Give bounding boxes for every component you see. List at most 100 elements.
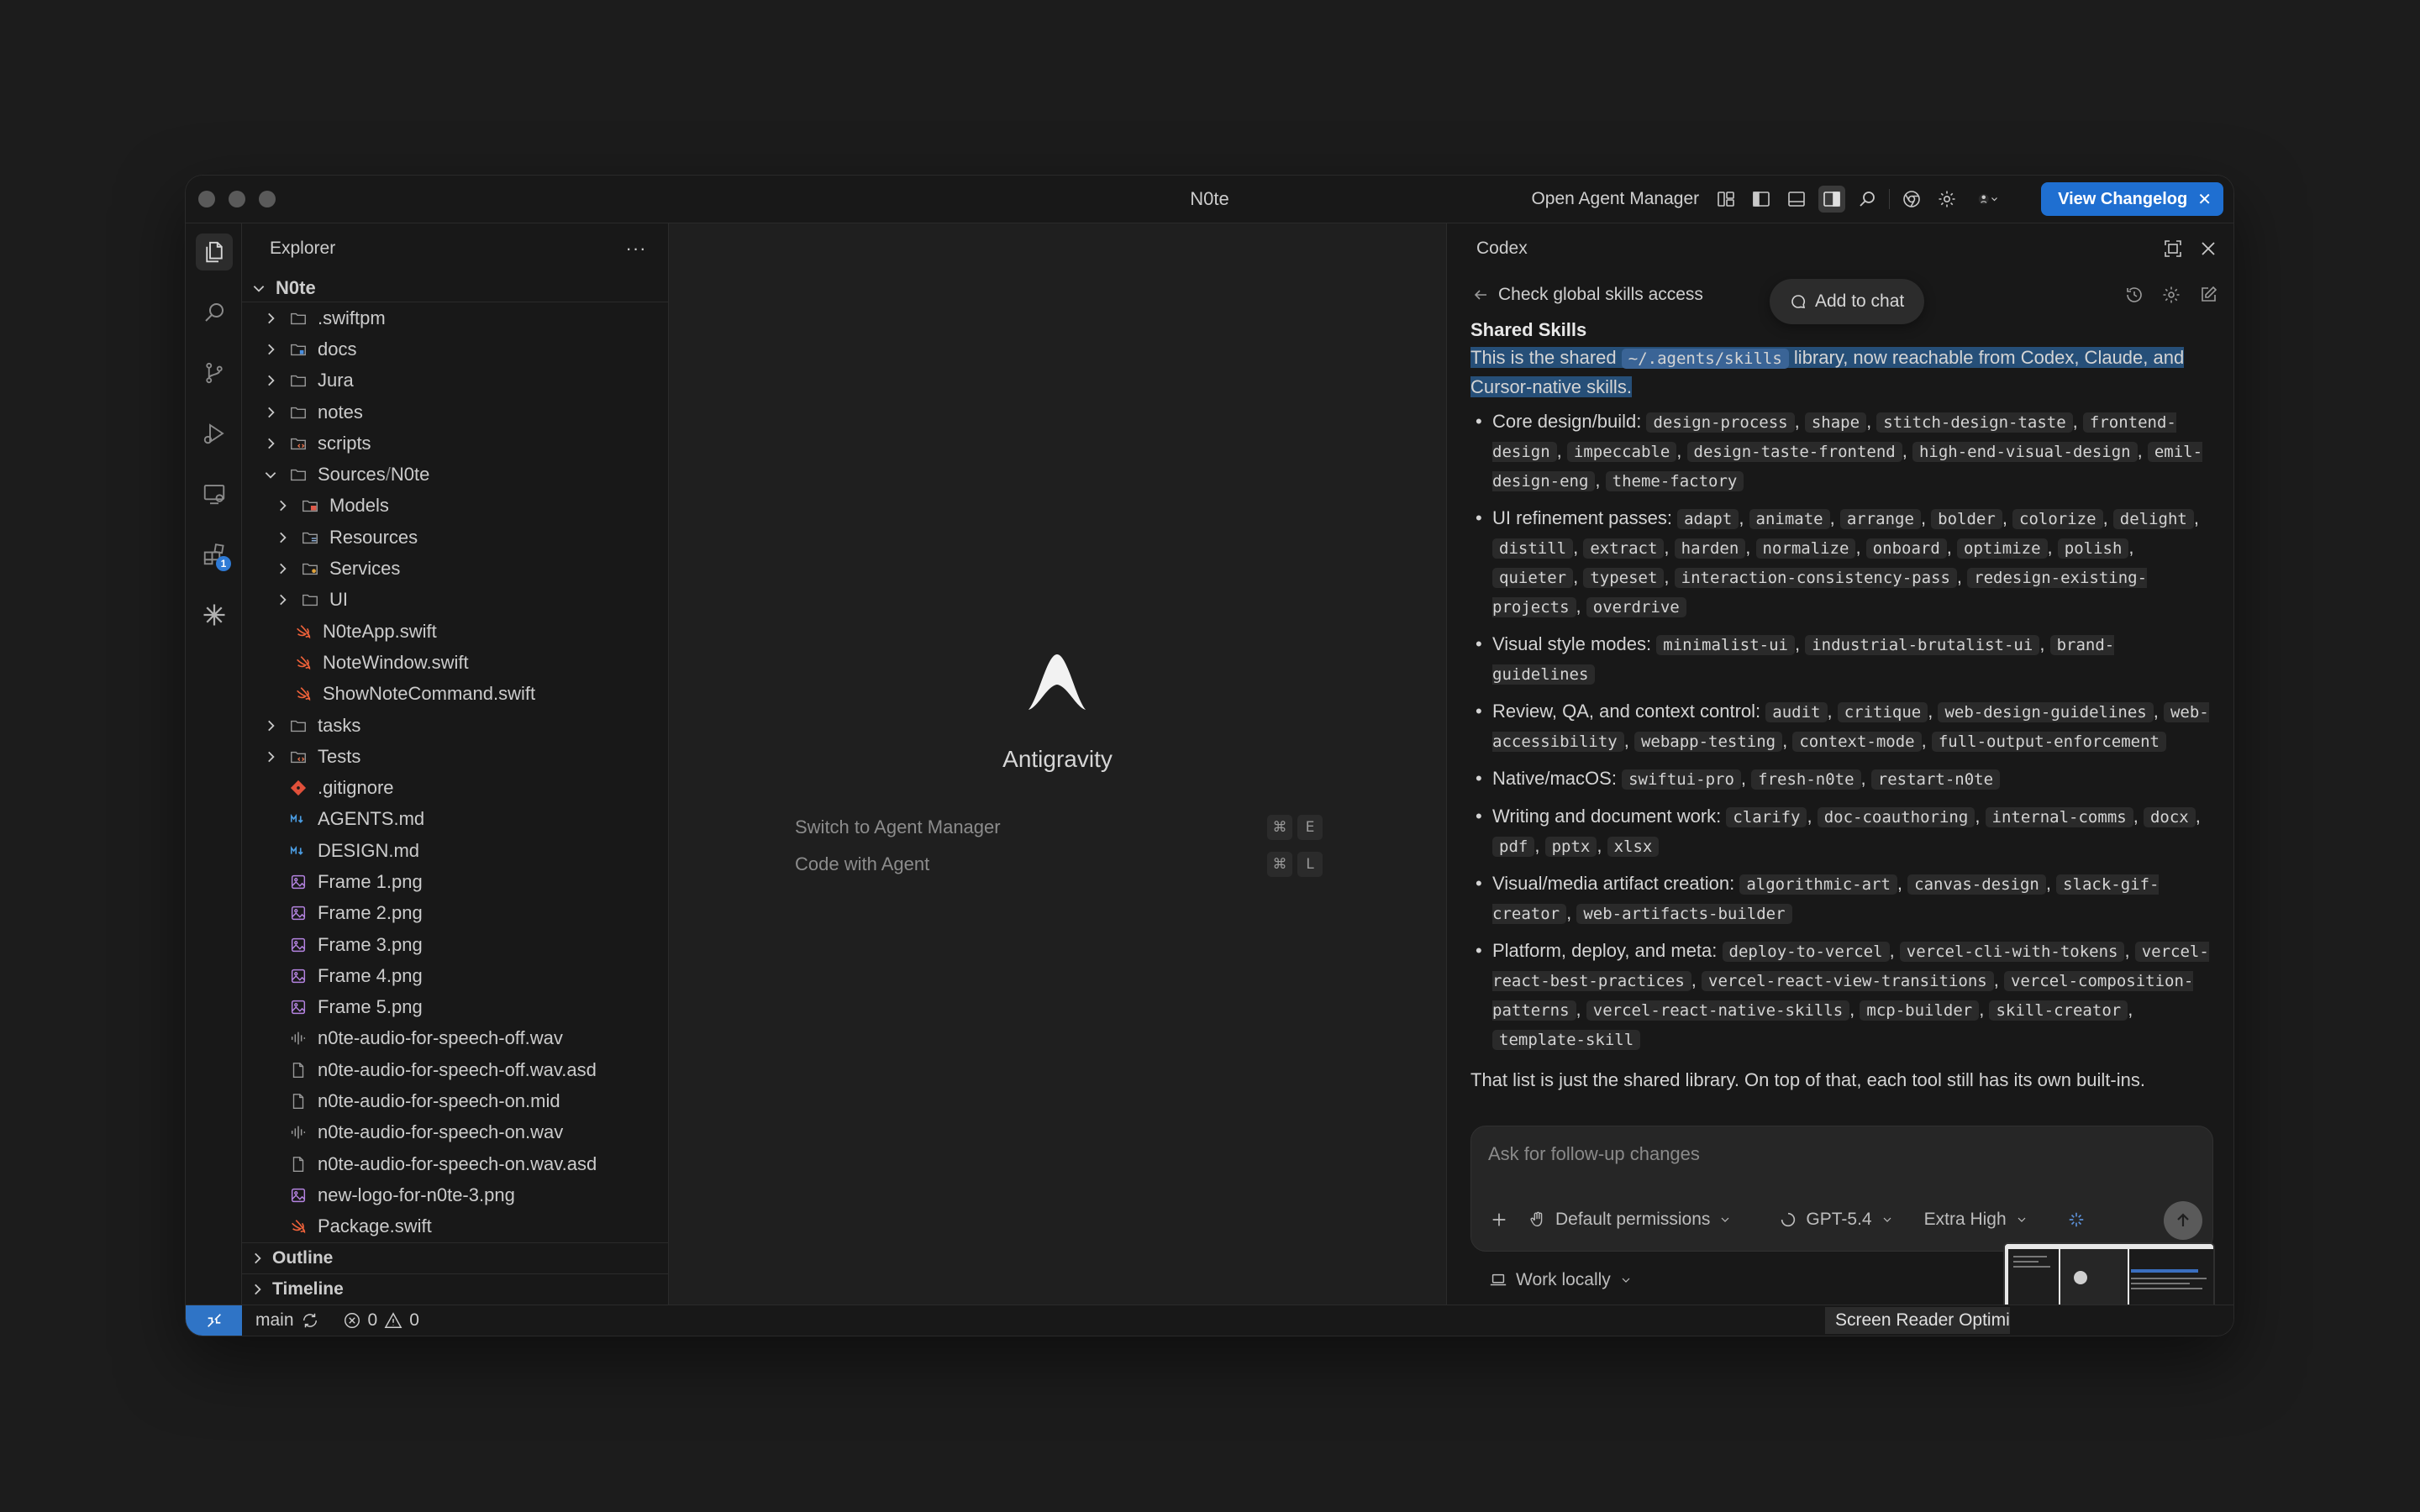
tree-file[interactable]: AGENTS.md [242,804,668,835]
tree-file[interactable]: DESIGN.md [242,835,668,866]
skill-name: audit [1765,702,1828,722]
tree-file[interactable]: .gitignore [242,772,668,803]
tree-folder[interactable]: docs [242,333,668,365]
explorer-files-icon[interactable] [196,234,233,270]
tree-item-label: UI [329,589,348,611]
remote-explorer-icon[interactable] [196,475,233,512]
tree-folder[interactable]: tasks [242,710,668,741]
branch-indicator[interactable]: main [255,1310,319,1331]
laptop-icon [1490,1273,1507,1286]
chevron-right-icon [260,747,281,767]
tree-folder[interactable]: Sources / N0te [242,459,668,490]
outline-label: Outline [272,1248,334,1268]
tree-folder[interactable]: Jura [242,365,668,396]
extensions-icon[interactable]: 1 [196,536,233,573]
customize-layout-icon[interactable] [1712,186,1739,213]
outline-section[interactable]: Outline [242,1242,668,1273]
skill-name: animate [1749,509,1830,529]
work-locally-dropdown[interactable]: Work locally [1489,1270,1633,1290]
tree-item-label: N0te [390,464,430,486]
tree-folder[interactable]: Tests [242,741,668,772]
search-icon[interactable] [1854,186,1881,213]
zoom-window-button[interactable] [259,191,276,207]
switch-to-agent-manager-action[interactable]: Switch to Agent Manager ⌘ E [795,813,1323,842]
tree-file[interactable]: Frame 5.png [242,992,668,1023]
tree-folder[interactable]: .swiftpm [242,302,668,333]
skills-group-label: Native/macOS: [1492,768,1617,789]
close-icon[interactable] [2198,239,2218,259]
settings-gear-icon[interactable] [1933,186,1960,213]
minimize-window-button[interactable] [229,191,245,207]
chrome-browser-icon[interactable] [1898,186,1925,213]
skill-name: internal-comms [1985,807,2133,827]
chevron-right-icon [260,402,281,423]
screen-reader-status[interactable]: Screen Reader Optimi [1825,1307,2010,1334]
tree-file[interactable]: N0teApp.swift [242,616,668,647]
chevron-down-icon [1622,1278,1630,1283]
selected-text[interactable]: This is the shared ~/.agents/skills libr… [1470,347,2185,397]
tree-folder[interactable]: Resources [242,522,668,553]
tree-file[interactable]: Frame 1.png [242,866,668,897]
tree-folder[interactable]: Services [242,553,668,584]
folder-icon [287,464,309,486]
permissions-dropdown[interactable]: Default permissions [1522,1203,1739,1236]
voice-mode-button[interactable] [2060,1203,2092,1236]
toggle-secondary-sidebar-icon[interactable] [1818,186,1846,213]
tree-folder[interactable]: scripts [242,428,668,459]
tree-file[interactable]: ShowNoteCommand.swift [242,679,668,710]
open-agent-manager-link[interactable]: Open Agent Manager [1531,189,1699,209]
toggle-primary-sidebar-icon[interactable] [1748,186,1775,213]
follow-up-input[interactable] [1488,1140,2196,1168]
back-arrow-icon[interactable] [1468,286,1493,303]
tree-folder[interactable]: UI [242,585,668,616]
tree-file[interactable]: Package.swift [242,1211,668,1242]
tree-file[interactable]: Frame 3.png [242,929,668,960]
swift-file-icon [287,1215,309,1237]
settings-gear-icon[interactable] [2161,285,2181,305]
tree-file[interactable]: n0te-audio-for-speech-on.mid [242,1085,668,1116]
run-and-debug-icon[interactable] [196,415,233,452]
view-changelog-button[interactable]: View Changelog ✕ [2041,182,2223,216]
timeline-section[interactable]: Timeline [242,1273,668,1305]
codex-header: Codex [1447,223,2233,274]
tree-file[interactable]: n0te-audio-for-speech-on.wav.asd [242,1148,668,1179]
tree-file[interactable]: n0te-audio-for-speech-off.wav.asd [242,1054,668,1085]
tree-file[interactable]: n0te-audio-for-speech-on.wav [242,1117,668,1148]
more-actions-icon[interactable]: ··· [619,236,653,261]
tree-file[interactable]: new-logo-for-n0te-3.png [242,1179,668,1210]
thread-title[interactable]: Check global skills access [1498,285,1703,305]
codex-sparkle-icon[interactable] [196,596,233,633]
chevron-right-icon [247,1251,267,1266]
chevron-right-icon [260,370,281,391]
tree-file[interactable]: Frame 2.png [242,898,668,929]
reasoning-effort-dropdown[interactable]: Extra High [1918,1203,2035,1236]
model-dropdown[interactable]: GPT-5.4 [1772,1203,1900,1236]
toggle-panel-icon[interactable] [1783,186,1810,213]
code-with-agent-action[interactable]: Code with Agent ⌘ L [795,850,1323,879]
account-avatar-icon[interactable] [1969,186,2007,213]
history-icon[interactable] [2124,285,2144,305]
problems-indicator[interactable]: 0 0 [343,1310,419,1331]
antigravity-logo-icon [1028,654,1086,710]
skill-name: distill [1492,538,1574,559]
skills-group: Native/macOS: swiftui-pro, fresh-n0te, r… [1470,764,2215,794]
maximize-panel-icon[interactable] [2163,239,2183,259]
send-button[interactable] [2164,1201,2202,1240]
skill-name: industrial-brutalist-ui [1805,635,2040,655]
add-attachment-button[interactable] [1483,1203,1515,1236]
skills-group: Writing and document work: clarify, doc-… [1470,802,2215,861]
search-icon[interactable] [196,294,233,331]
new-chat-edit-icon[interactable] [2198,285,2218,305]
close-window-button[interactable] [198,191,215,207]
close-icon[interactable]: ✕ [2197,189,2212,210]
remote-indicator-icon[interactable] [186,1305,242,1336]
tree-file[interactable]: NoteWindow.swift [242,647,668,678]
skills-group-label: UI refinement passes: [1492,507,1672,528]
screenshot-thumbnail[interactable] [2003,1242,2215,1305]
tree-folder[interactable]: notes [242,396,668,428]
tree-root-folder[interactable]: N0te [242,274,668,302]
tree-file[interactable]: Frame 4.png [242,960,668,991]
tree-file[interactable]: n0te-audio-for-speech-off.wav [242,1023,668,1054]
tree-folder[interactable]: Models [242,491,668,522]
source-control-icon[interactable] [196,354,233,391]
